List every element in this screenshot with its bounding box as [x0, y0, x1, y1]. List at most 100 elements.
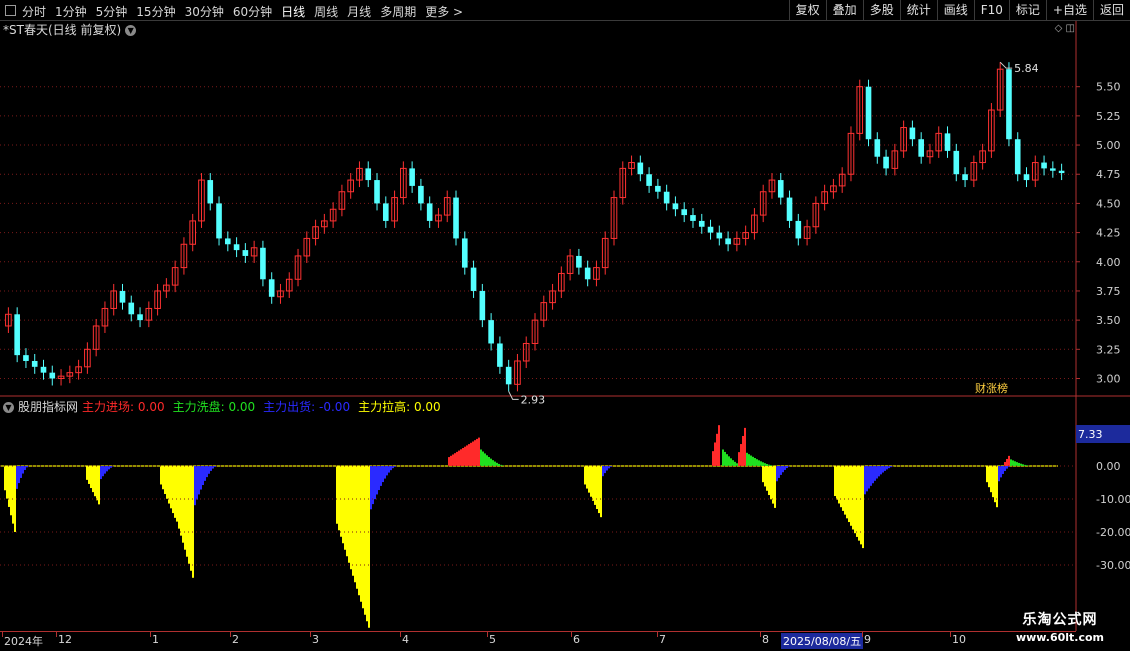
indicator-bar: [770, 465, 772, 466]
indicator-bar: [768, 466, 770, 495]
indicator-bar: [1008, 456, 1010, 466]
indicator-bar: [856, 466, 858, 537]
indicator-bar: [722, 450, 724, 467]
indicator-bar: [352, 466, 354, 576]
indicator-bar: [350, 466, 352, 569]
candle-body: [471, 268, 477, 291]
candle-body: [418, 186, 424, 204]
indicator-bar: [754, 458, 756, 466]
candle-body: [462, 238, 468, 267]
indicator-bar: [386, 466, 388, 475]
indicator-dropdown-icon[interactable]: ▼: [3, 402, 14, 413]
indicator-bar: [492, 460, 494, 466]
indicator-bar: [766, 464, 768, 466]
indicator-bar: [1006, 459, 1008, 466]
indicator-bar: [12, 466, 14, 524]
indicator-bar: [584, 466, 586, 484]
price-tick-label: 3.50: [1096, 314, 1121, 327]
indicator-bar: [98, 466, 100, 504]
candle-body: [383, 203, 389, 221]
indicator-bar: [342, 466, 344, 543]
indicator-bar: [452, 454, 454, 466]
low-label: 2.93: [521, 393, 546, 406]
indicator-bar: [1010, 459, 1012, 466]
indicator-bar: [208, 466, 210, 474]
indicator-bar: [26, 466, 28, 467]
indicator-bar: [90, 466, 92, 488]
indicator-bar: [178, 466, 180, 529]
indicator-bar: [850, 466, 852, 526]
date-label: 12: [58, 633, 72, 646]
indicator-bar: [1012, 460, 1014, 466]
indicator-bar: [842, 466, 844, 511]
indicator-bar: [388, 466, 390, 473]
price-tick-label: 4.50: [1096, 197, 1121, 210]
indicator-bar: [168, 466, 170, 504]
indicator-bar: [988, 466, 990, 487]
candle-body: [243, 250, 249, 256]
indicator-bar: [384, 466, 386, 479]
indicator-bar: [1016, 462, 1018, 466]
indicator-bar: [990, 466, 992, 492]
candle-body: [962, 174, 968, 180]
indicator-bar: [784, 466, 786, 470]
indicator-bar: [104, 466, 106, 474]
indicator-tick-label: 0.00: [1096, 460, 1121, 473]
indicator-bar: [470, 443, 472, 466]
indicator-bar: [96, 466, 98, 500]
price-grid: [0, 21, 1130, 631]
indicator-bar: [338, 466, 340, 530]
candle-body: [690, 215, 696, 221]
candle-body: [1024, 174, 1030, 180]
candle-body: [260, 248, 266, 280]
date-tick: [657, 632, 658, 637]
indicator-bar: [494, 462, 496, 466]
indicator-bar: [782, 466, 784, 472]
watermark-url: www.60lt.com: [1000, 631, 1120, 644]
indicator-bar: [606, 466, 608, 470]
indicator-bar: [356, 466, 358, 589]
candle-body: [708, 227, 714, 233]
indicator-bar: [724, 452, 726, 466]
current-value-label: 7.33: [1078, 428, 1103, 441]
indicator-bar: [996, 466, 998, 507]
indicator-bar: [162, 466, 164, 489]
indicator-bar: [200, 466, 202, 490]
indicator-name: 股朋指标网: [18, 400, 78, 414]
indicator-bar: [744, 428, 746, 466]
indicator-bar: [992, 466, 994, 497]
indicator-bar: [8, 466, 10, 507]
indicator-bar: [18, 466, 20, 483]
candle-body: [128, 303, 134, 315]
indicator-bar: [590, 466, 592, 497]
candle-body: [778, 180, 784, 198]
indicator-bar: [840, 466, 842, 507]
kline-chart[interactable]: 5.505.255.004.754.504.254.003.753.503.25…: [0, 0, 1130, 650]
candle-body: [910, 128, 916, 140]
date-tick: [56, 632, 57, 637]
candle-body: [23, 355, 29, 361]
indicator-bar: [588, 466, 590, 493]
indicator-bar: [376, 466, 378, 494]
indicator-bar: [854, 466, 856, 533]
date-label: 2024年: [4, 633, 43, 649]
indicator-bar: [834, 466, 836, 496]
price-tick-label: 5.25: [1096, 110, 1121, 123]
indicator-bar: [454, 453, 456, 466]
indicator-bar: [598, 466, 600, 513]
indicator-bar: [160, 466, 162, 484]
indicator-bar: [1004, 466, 1006, 471]
indicator-bar: [106, 466, 108, 471]
indicator-bar: [480, 450, 482, 467]
indicator-bar: [172, 466, 174, 508]
indicator-bar: [458, 451, 460, 466]
indicator-bar: [22, 466, 24, 474]
indicator-bar: [14, 466, 16, 532]
date-label: 6: [573, 633, 580, 646]
candle-body: [207, 180, 213, 203]
candle-body: [480, 291, 486, 320]
price-axis: 5.505.255.004.754.504.254.003.753.503.25…: [1076, 81, 1121, 386]
indicator-bar: [190, 466, 192, 571]
indicator-bar: [838, 466, 840, 503]
indicator-bar: [1022, 464, 1024, 466]
